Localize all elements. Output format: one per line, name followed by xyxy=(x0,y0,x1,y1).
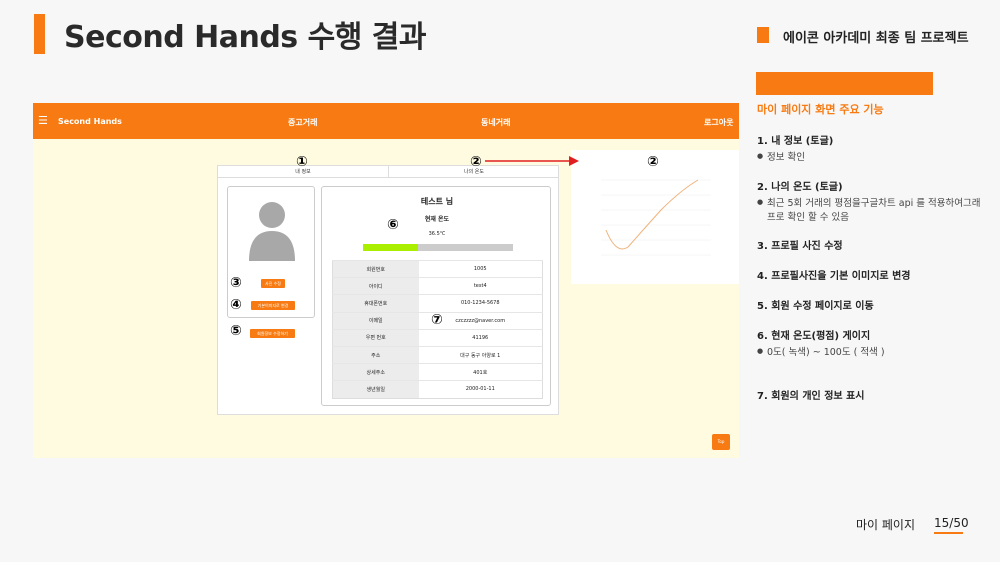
footer-section-label: 마이 페이지 xyxy=(856,518,916,532)
feature-bullet: 정보 확인 xyxy=(757,151,982,165)
feature-title: 2. 나의 온도 (토글) xyxy=(757,182,843,193)
brand-link[interactable]: Second Hands xyxy=(58,117,122,126)
nav-logout[interactable]: 로그아웃 xyxy=(704,117,733,128)
info-value: 1005 xyxy=(418,259,543,278)
feature-title: 4. 프로필사진을 기본 이미지로 변경 xyxy=(757,271,911,282)
info-value: 41196 xyxy=(418,328,543,347)
title-accent-bar xyxy=(34,14,45,54)
reset-photo-button[interactable]: 기본이미지로 변경 xyxy=(251,301,295,310)
project-accent-square xyxy=(757,27,769,43)
temperature-label: 현재 온도 xyxy=(424,216,450,223)
info-value: test4 xyxy=(418,277,543,295)
info-key: 아이디 xyxy=(332,277,419,295)
feature-5: 5. 회원 수정 페이지로 이동 xyxy=(757,297,982,312)
edit-member-info-button[interactable]: 회원정보 수정하기 xyxy=(250,329,295,338)
feature-bullet: 최근 5회 거래의 평점을구글차트 api 를 적용하여그래프로 확인 할 수 … xyxy=(757,197,982,226)
page-number-underline xyxy=(934,532,963,534)
feature-title: 7. 회원의 개인 정보 표시 xyxy=(757,391,865,402)
info-key: 이메일 xyxy=(332,311,419,330)
temperature-value: 36.5℃ xyxy=(428,231,446,237)
feature-bullet: 0도( 녹색) ~ 100도 ( 적색 ) xyxy=(757,346,982,360)
feature-title: 3. 프로필 사진 수정 xyxy=(757,241,843,252)
member-name: 테스트 님 xyxy=(420,197,454,206)
panel-heading: 마이 페이지 화면 주요 기능 xyxy=(757,103,884,116)
info-row: 회원번호 1005 xyxy=(332,259,543,278)
marker-3: ③ xyxy=(230,275,242,291)
feature-2: 2. 나의 온도 (토글) 최근 5회 거래의 평점을구글차트 api 를 적용… xyxy=(757,178,982,226)
marker-7: ⑦ xyxy=(431,312,443,328)
app-top-nav: ☰ Second Hands 중고거래 동네거래 로그아웃 xyxy=(33,103,739,139)
info-key: 생년월일 xyxy=(332,380,419,398)
nav-used-trade[interactable]: 중고거래 xyxy=(288,117,317,128)
feature-1: 1. 내 정보 (토글) 정보 확인 xyxy=(757,132,982,165)
info-value: 010-1234-5678 xyxy=(418,294,543,313)
marker-6: ⑥ xyxy=(387,217,399,233)
feature-title: 1. 내 정보 (토글) xyxy=(757,136,834,147)
app-screenshot: ☰ Second Hands 중고거래 동네거래 로그아웃 내 정보 나의 온도… xyxy=(33,103,739,458)
scroll-top-button[interactable]: Top xyxy=(712,434,730,450)
pointer-arrow xyxy=(485,156,579,166)
marker-5: ⑤ xyxy=(230,323,242,339)
page-number: 15/50 xyxy=(934,516,969,530)
info-row: 주소 대구 동구 아양로 1 xyxy=(332,345,543,364)
feature-7: 7. 회원의 개인 정보 표시 xyxy=(757,387,982,402)
marker-2-chart: ② xyxy=(647,154,659,170)
avatar-icon xyxy=(249,202,295,261)
project-label: 에이콘 아카데미 최종 팀 프로젝트 xyxy=(783,31,969,46)
temperature-chart xyxy=(571,150,739,284)
feature-title: 6. 현재 온도(평점) 게이지 xyxy=(757,331,871,342)
temperature-gauge xyxy=(363,244,513,251)
feature-title: 5. 회원 수정 페이지로 이동 xyxy=(757,301,874,312)
info-row: 우편 번호 41196 xyxy=(332,328,543,347)
hamburger-menu-icon[interactable]: ☰ xyxy=(38,114,48,127)
marker-1: ① xyxy=(296,154,308,170)
slide-title: Second Hands 수행 결과 xyxy=(64,20,426,55)
member-info-box: 테스트 님 현재 온도 36.5℃ 회원번호 1005 아이디 test4 휴대폰번호 0… xyxy=(321,186,551,406)
marker-2: ② xyxy=(470,154,482,170)
feature-3: 3. 프로필 사진 수정 xyxy=(757,237,982,252)
mypage-card: 내 정보 나의 온도 사진 수정 기본이미지로 변경 회원정보 수정하기 테스트… xyxy=(217,165,559,415)
info-row: 상세주소 401호 xyxy=(332,363,543,381)
temperature-gauge-fill xyxy=(363,244,418,251)
info-key: 우편 번호 xyxy=(332,328,419,347)
info-key: 주소 xyxy=(332,345,419,364)
info-row: 생년월일 2000-01-11 xyxy=(332,380,543,398)
info-value: 2000-01-11 xyxy=(418,380,543,398)
feature-6: 6. 현재 온도(평점) 게이지 0도( 녹색) ~ 100도 ( 적색 ) xyxy=(757,327,982,360)
info-row: 아이디 test4 xyxy=(332,277,543,295)
info-value: 대구 동구 아양로 1 xyxy=(418,345,543,364)
feature-4: 4. 프로필사진을 기본 이미지로 변경 xyxy=(757,267,982,282)
nav-local-trade[interactable]: 동네거래 xyxy=(481,117,510,128)
member-info-table: 회원번호 1005 아이디 test4 휴대폰번호 010-1234-5678 이메일 czc… xyxy=(332,259,543,399)
panel-header-bar xyxy=(756,72,933,95)
info-value: 401호 xyxy=(418,363,543,381)
info-key: 상세주소 xyxy=(332,363,419,381)
marker-4: ④ xyxy=(230,297,242,313)
info-key: 휴대폰번호 xyxy=(332,294,419,313)
info-row: 휴대폰번호 010-1234-5678 xyxy=(332,294,543,313)
info-key: 회원번호 xyxy=(332,259,419,278)
edit-photo-button[interactable]: 사진 수정 xyxy=(261,279,285,288)
